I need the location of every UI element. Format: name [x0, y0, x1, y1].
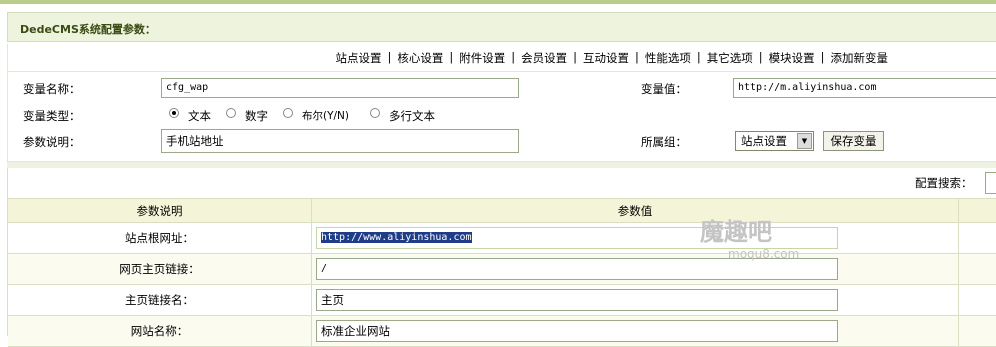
group-label: 所属组：	[641, 135, 687, 149]
desc-input[interactable]: 手机站地址	[161, 129, 519, 153]
nav-separator: |	[820, 50, 825, 64]
header-value: 参数值	[312, 199, 959, 222]
page-title: DedeCMS系统配置参数：	[20, 23, 156, 36]
group-selected: 站点设置	[741, 134, 787, 148]
watermark-brand: 魔趣吧	[700, 218, 772, 246]
var-name-input[interactable]: cfg_wap	[161, 78, 519, 98]
desc-label: 参数说明：	[23, 135, 81, 149]
nav-performance-options[interactable]: 性能选项	[645, 50, 691, 66]
row-value-cell: /	[312, 254, 959, 284]
var-type-label: 变量类型：	[23, 109, 81, 123]
nav-core-settings[interactable]: 核心设置	[397, 50, 443, 66]
nav-separator: |	[635, 50, 639, 64]
watermark: 魔趣吧 moqu8.com	[700, 212, 799, 261]
table-row: 主页链接名： 主页	[8, 285, 996, 316]
nav-separator: |	[511, 50, 516, 64]
nav-module-settings[interactable]: 模块设置	[769, 50, 815, 66]
header-description: 参数说明	[8, 199, 312, 222]
row-value-input[interactable]: 主页	[316, 289, 838, 311]
radio-text-label: 文本	[188, 109, 211, 123]
config-panel: 配置搜索： 参数说明 参数值 站点根网址： http://www.aliyins…	[7, 168, 996, 347]
radio-multiline[interactable]	[370, 108, 380, 118]
row-label: 网站名称：	[8, 316, 312, 346]
top-accent-bar	[0, 0, 996, 4]
table-row: 网页主页链接： /	[8, 254, 996, 285]
row-value-cell: 主页	[312, 285, 959, 315]
radio-number[interactable]	[226, 108, 236, 118]
nav-other-options[interactable]: 其它选项	[707, 50, 753, 66]
selected-text: http://www.aliyinshua.com	[321, 232, 472, 243]
search-row: 配置搜索：	[8, 168, 996, 199]
table-header: 参数说明 参数值	[8, 199, 996, 223]
radio-text[interactable]	[169, 108, 179, 118]
var-value-label: 变量值：	[641, 82, 687, 96]
watermark-site: moqu8.com	[728, 247, 800, 261]
nav-interaction-settings[interactable]: 互动设置	[583, 50, 629, 66]
row-label: 网页主页链接：	[8, 254, 312, 284]
nav-separator: |	[758, 50, 763, 64]
row-value-cell: http://www.aliyinshua.com	[312, 223, 959, 253]
nav-member-settings[interactable]: 会员设置	[521, 50, 567, 66]
nav-add-variable[interactable]: 添加新变量	[831, 50, 889, 66]
variable-form: 变量名称： cfg_wap 变量值： http://m.aliyinshua.c…	[7, 72, 996, 162]
row-value-input[interactable]: /	[316, 258, 838, 280]
radio-boolean[interactable]	[283, 108, 293, 118]
table-row: 网站名称： 标准企业网站	[8, 316, 996, 347]
var-value-input[interactable]: http://m.aliyinshua.com	[733, 78, 996, 98]
save-variable-button[interactable]: 保存变量	[823, 131, 884, 151]
search-label: 配置搜索：	[915, 176, 973, 190]
table-row: 站点根网址： http://www.aliyinshua.com	[8, 223, 996, 254]
settings-nav: 站点设置 | 核心设置 | 附件设置 | 会员设置 | 互动设置 | 性能选项 | 其它选项…	[7, 44, 996, 72]
row-label: 站点根网址：	[8, 223, 312, 253]
var-name-label: 变量名称：	[23, 82, 81, 96]
nav-separator: |	[696, 50, 701, 64]
row-value-cell: 标准企业网站	[312, 316, 959, 346]
radio-multiline-label: 多行文本	[389, 109, 435, 123]
group-select[interactable]: 站点设置 ▼	[735, 131, 814, 151]
chevron-down-icon[interactable]: ▼	[797, 133, 812, 149]
radio-number-label: 数字	[245, 109, 268, 123]
nav-separator: |	[449, 50, 454, 64]
row-label: 主页链接名：	[8, 285, 312, 315]
search-input[interactable]	[985, 172, 996, 194]
nav-site-settings[interactable]: 站点设置	[336, 50, 382, 66]
row-value-input[interactable]: 标准企业网站	[316, 320, 838, 342]
radio-boolean-label: 布尔(Y/N)	[302, 110, 349, 122]
nav-separator: |	[573, 50, 577, 64]
nav-separator: |	[387, 50, 392, 64]
nav-links: 站点设置 | 核心设置 | 附件设置 | 会员设置 | 互动设置 | 性能选项 | 其它选项…	[8, 50, 996, 66]
nav-attachment-settings[interactable]: 附件设置	[459, 50, 505, 66]
title-bar: DedeCMS系统配置参数：	[7, 12, 996, 42]
